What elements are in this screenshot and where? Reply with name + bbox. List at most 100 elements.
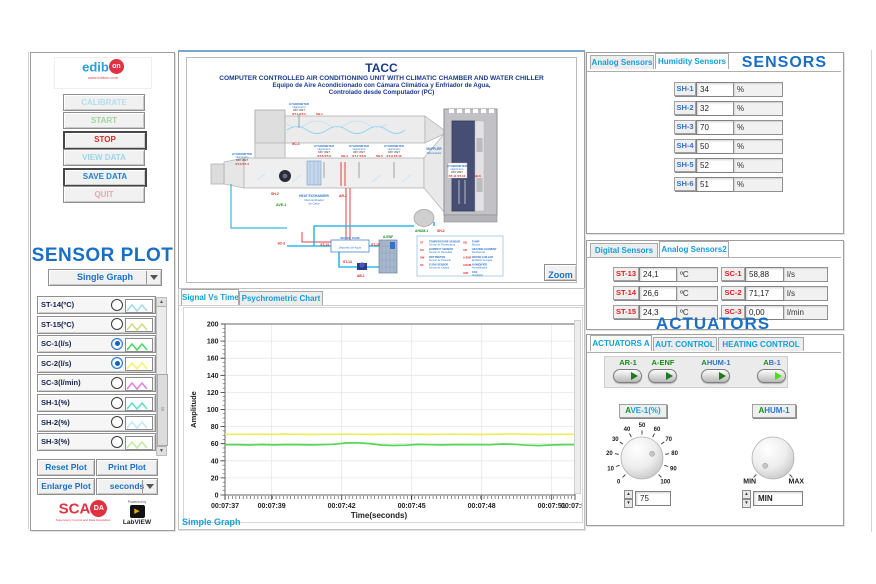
tab-aut-control[interactable]: AUT. CONTROL	[653, 337, 717, 351]
toggle-switch[interactable]	[757, 369, 786, 383]
actuators-tabrow: ACTUATORS A AUT. CONTROL HEATING CONTROL	[587, 335, 841, 353]
toggle-switch[interactable]	[648, 369, 677, 383]
channel-row-SC-1(l/s)[interactable]: SC-1(l/s)	[37, 335, 156, 353]
toggle-AR-1[interactable]: AR-1	[609, 358, 647, 386]
labview-logo: Powered by ▶ LabVIEW	[117, 500, 157, 526]
chevron-down-icon[interactable]	[146, 271, 160, 284]
ahum1-spinner[interactable]: ▲▼	[742, 490, 751, 505]
toggle-switch[interactable]	[701, 369, 730, 383]
simple-graph-label: Simple Graph	[182, 517, 241, 527]
reset-plot-button[interactable]: Reset Plot	[37, 459, 95, 476]
sensors-title: SENSORS	[742, 54, 827, 72]
x-axis-title: Time(seconds)	[351, 511, 408, 520]
button-stop[interactable]: STOP	[63, 131, 147, 150]
channel-radio[interactable]	[111, 299, 123, 311]
label-aenf: A-ENF	[383, 235, 393, 239]
logo-text: edib	[82, 59, 109, 74]
legend-tag: A-ENF	[463, 256, 472, 260]
ahum1-label: AHUM-1	[752, 404, 796, 418]
label-muffler-es: Silenciador	[427, 151, 442, 155]
channel-radio[interactable]	[111, 397, 123, 409]
signal-chart[interactable]: 02040608010012014016018020000:07:3700:07…	[184, 308, 582, 522]
scroll-down-arrow-icon[interactable]: ▼	[157, 446, 166, 455]
label-water-tank: WATER TANK	[340, 236, 360, 240]
tab-digital-sensors[interactable]: Digital Sensors	[590, 243, 658, 257]
channel-row-SC-2(l/s)[interactable]: SC-2(l/s)	[37, 355, 156, 373]
diagram-panel: TACC COMPUTER CONTROLLED AIR CONDITIONIN…	[178, 50, 585, 290]
button-start[interactable]: START	[63, 112, 145, 129]
enlarge-plot-button[interactable]: Enlarge Plot	[37, 478, 95, 495]
channel-row-ST-14(ºC)[interactable]: ST-14(ºC)	[37, 296, 156, 314]
label-ave1: AVE-1	[276, 203, 286, 207]
ave1-value-field[interactable]: 75	[635, 491, 671, 506]
chevron-down-icon[interactable]	[142, 480, 156, 493]
channel-row-SH-3(%)[interactable]: SH-3(%)	[37, 433, 156, 451]
tab-signal-vs-time[interactable]: Signal Vs Time	[181, 289, 239, 305]
time-unit-dropdown[interactable]: seconds	[96, 478, 158, 495]
tab-heating-control[interactable]: HEATING CONTROL	[718, 337, 804, 351]
spin-down-icon[interactable]: ▼	[624, 499, 633, 508]
svg-text:70: 70	[665, 437, 672, 443]
tab-psychrometric-chart[interactable]: Psychrometric Chart	[239, 291, 323, 305]
channel-radio[interactable]	[111, 436, 123, 448]
channel-row-SH-1(%)[interactable]: SH-1(%)	[37, 394, 156, 412]
cluster-tags: ST-11 ST-12	[449, 174, 466, 178]
toggle-AHUM-1[interactable]: AHUM-1	[697, 358, 735, 386]
scroll-thumb[interactable]: ≡	[157, 374, 168, 446]
channel-label: SC-2(l/s)	[41, 359, 71, 368]
graph-mode-dropdown[interactable]: Single Graph	[48, 269, 162, 286]
legend-es: Enfriador de Agua	[472, 259, 493, 262]
zoom-button[interactable]: Zoom	[544, 264, 577, 281]
channel-row-SH-2(%)[interactable]: SH-2(%)	[37, 414, 156, 432]
sh-value: 32	[696, 101, 736, 116]
button-save-data[interactable]: SAVE DATA	[63, 168, 147, 187]
fan-hub	[283, 174, 288, 179]
y-tick-labels: 020406080100120140160180200	[207, 322, 219, 500]
print-plot-button[interactable]: Print Plot	[96, 459, 158, 476]
spin-up-icon[interactable]: ▲	[624, 490, 633, 499]
tab-analog-sensors[interactable]: Analog Sensors	[590, 55, 654, 69]
channel-radio[interactable]	[111, 318, 123, 330]
spin-up-icon[interactable]: ▲	[742, 490, 751, 499]
plot-side-scrollbar[interactable]	[574, 320, 581, 494]
channel-radio[interactable]	[111, 357, 123, 369]
scada-logo: SCADA Supervisory Control and Data Acqui…	[53, 500, 113, 522]
knob-body[interactable]	[752, 437, 794, 479]
channel-radio[interactable]	[111, 416, 123, 428]
channel-radio[interactable]	[111, 338, 123, 350]
tab-actuators-a[interactable]: ACTUATORS A	[590, 335, 652, 351]
channel-row-SC-3(l/min)[interactable]: SC-3(l/min)	[37, 374, 156, 392]
legend-tag: SW	[420, 256, 425, 260]
cluster-tags: ST-5 ST-6	[317, 154, 331, 158]
tab-analog-sensors2[interactable]: Analog Sensors2	[659, 241, 729, 257]
ahum1-value-field[interactable]: MIN	[753, 491, 803, 506]
chiller-panel	[390, 242, 395, 249]
sc-value: 58,88	[745, 267, 786, 282]
cluster-tags: ST-3 ST-4	[235, 162, 249, 166]
st-tag-ST-13: ST-13	[613, 267, 639, 281]
channel-row-ST-15(ºC)[interactable]: ST-15(ºC)	[37, 316, 156, 334]
scada-subtitle: Supervisory Control and Data Acquisition	[53, 518, 113, 522]
label-sc1: SC-1	[292, 142, 300, 146]
sh-unit: %	[733, 158, 783, 173]
channel-scrollbar[interactable]: ▲ ≡ ▼	[156, 297, 167, 456]
button-view-data[interactable]: VIEW DATA	[63, 149, 145, 166]
spin-down-icon[interactable]: ▼	[742, 499, 751, 508]
toggle-switch[interactable]	[613, 369, 642, 383]
tab-humidity-sensors[interactable]: Humidity Sensors	[655, 53, 729, 69]
legend-tag: AHUM	[463, 263, 472, 267]
cluster-extra: SH-5	[376, 154, 383, 158]
button-calibrate[interactable]: CALIBRATE	[63, 94, 145, 111]
inlet-duct	[211, 164, 224, 184]
sensor-plot-title: SENSOR PLOT	[31, 245, 174, 267]
scroll-up-arrow-icon[interactable]: ▲	[157, 298, 166, 307]
toggle-A-ENF[interactable]: A-ENF	[644, 358, 682, 386]
toggle-AB-1[interactable]: AB-1	[753, 358, 791, 386]
channel-radio[interactable]	[111, 377, 123, 389]
knob-body[interactable]	[621, 437, 663, 479]
ave1-spinner[interactable]: ▲▼	[624, 490, 633, 505]
actuators-panel: ACTUATORS A AUT. CONTROL HEATING CONTROL…	[586, 334, 844, 526]
svg-text:200: 200	[207, 322, 219, 329]
button-quit[interactable]: QUIT	[63, 186, 145, 203]
legend-tag: ST	[420, 240, 424, 244]
